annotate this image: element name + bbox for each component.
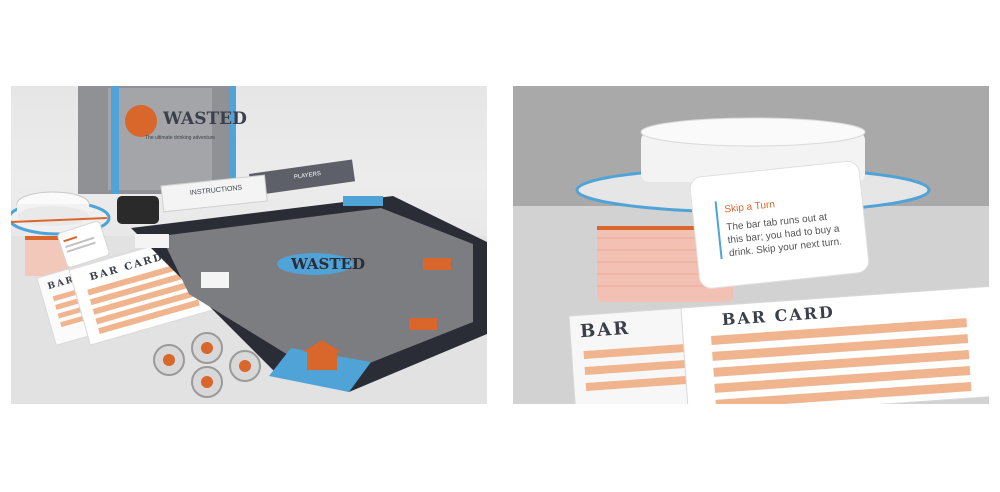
photo-card-closeup: Skip a Turn The bar tab runs out at this… xyxy=(513,86,989,404)
skip-a-turn-card: Skip a Turn The bar tab runs out at this… xyxy=(689,160,870,289)
bar-card-title-partial: BAR xyxy=(579,318,630,342)
board-space-white xyxy=(201,272,229,288)
box-tagline: The ultimate drinking adventure xyxy=(145,135,215,141)
dice-cup xyxy=(117,196,159,224)
box-logo-badge xyxy=(125,105,157,137)
board-logo: WASTED xyxy=(290,255,365,273)
board-game-scene: WASTED The ultimate drinking adventure P… xyxy=(11,86,487,404)
game-box: WASTED The ultimate drinking adventure xyxy=(78,86,247,194)
card-closeup-scene: Skip a Turn The bar tab runs out at this… xyxy=(513,86,989,404)
box-brand: WASTED xyxy=(162,109,247,129)
photo-board-game-overview: WASTED The ultimate drinking adventure P… xyxy=(11,86,487,404)
house-icon xyxy=(307,352,337,370)
